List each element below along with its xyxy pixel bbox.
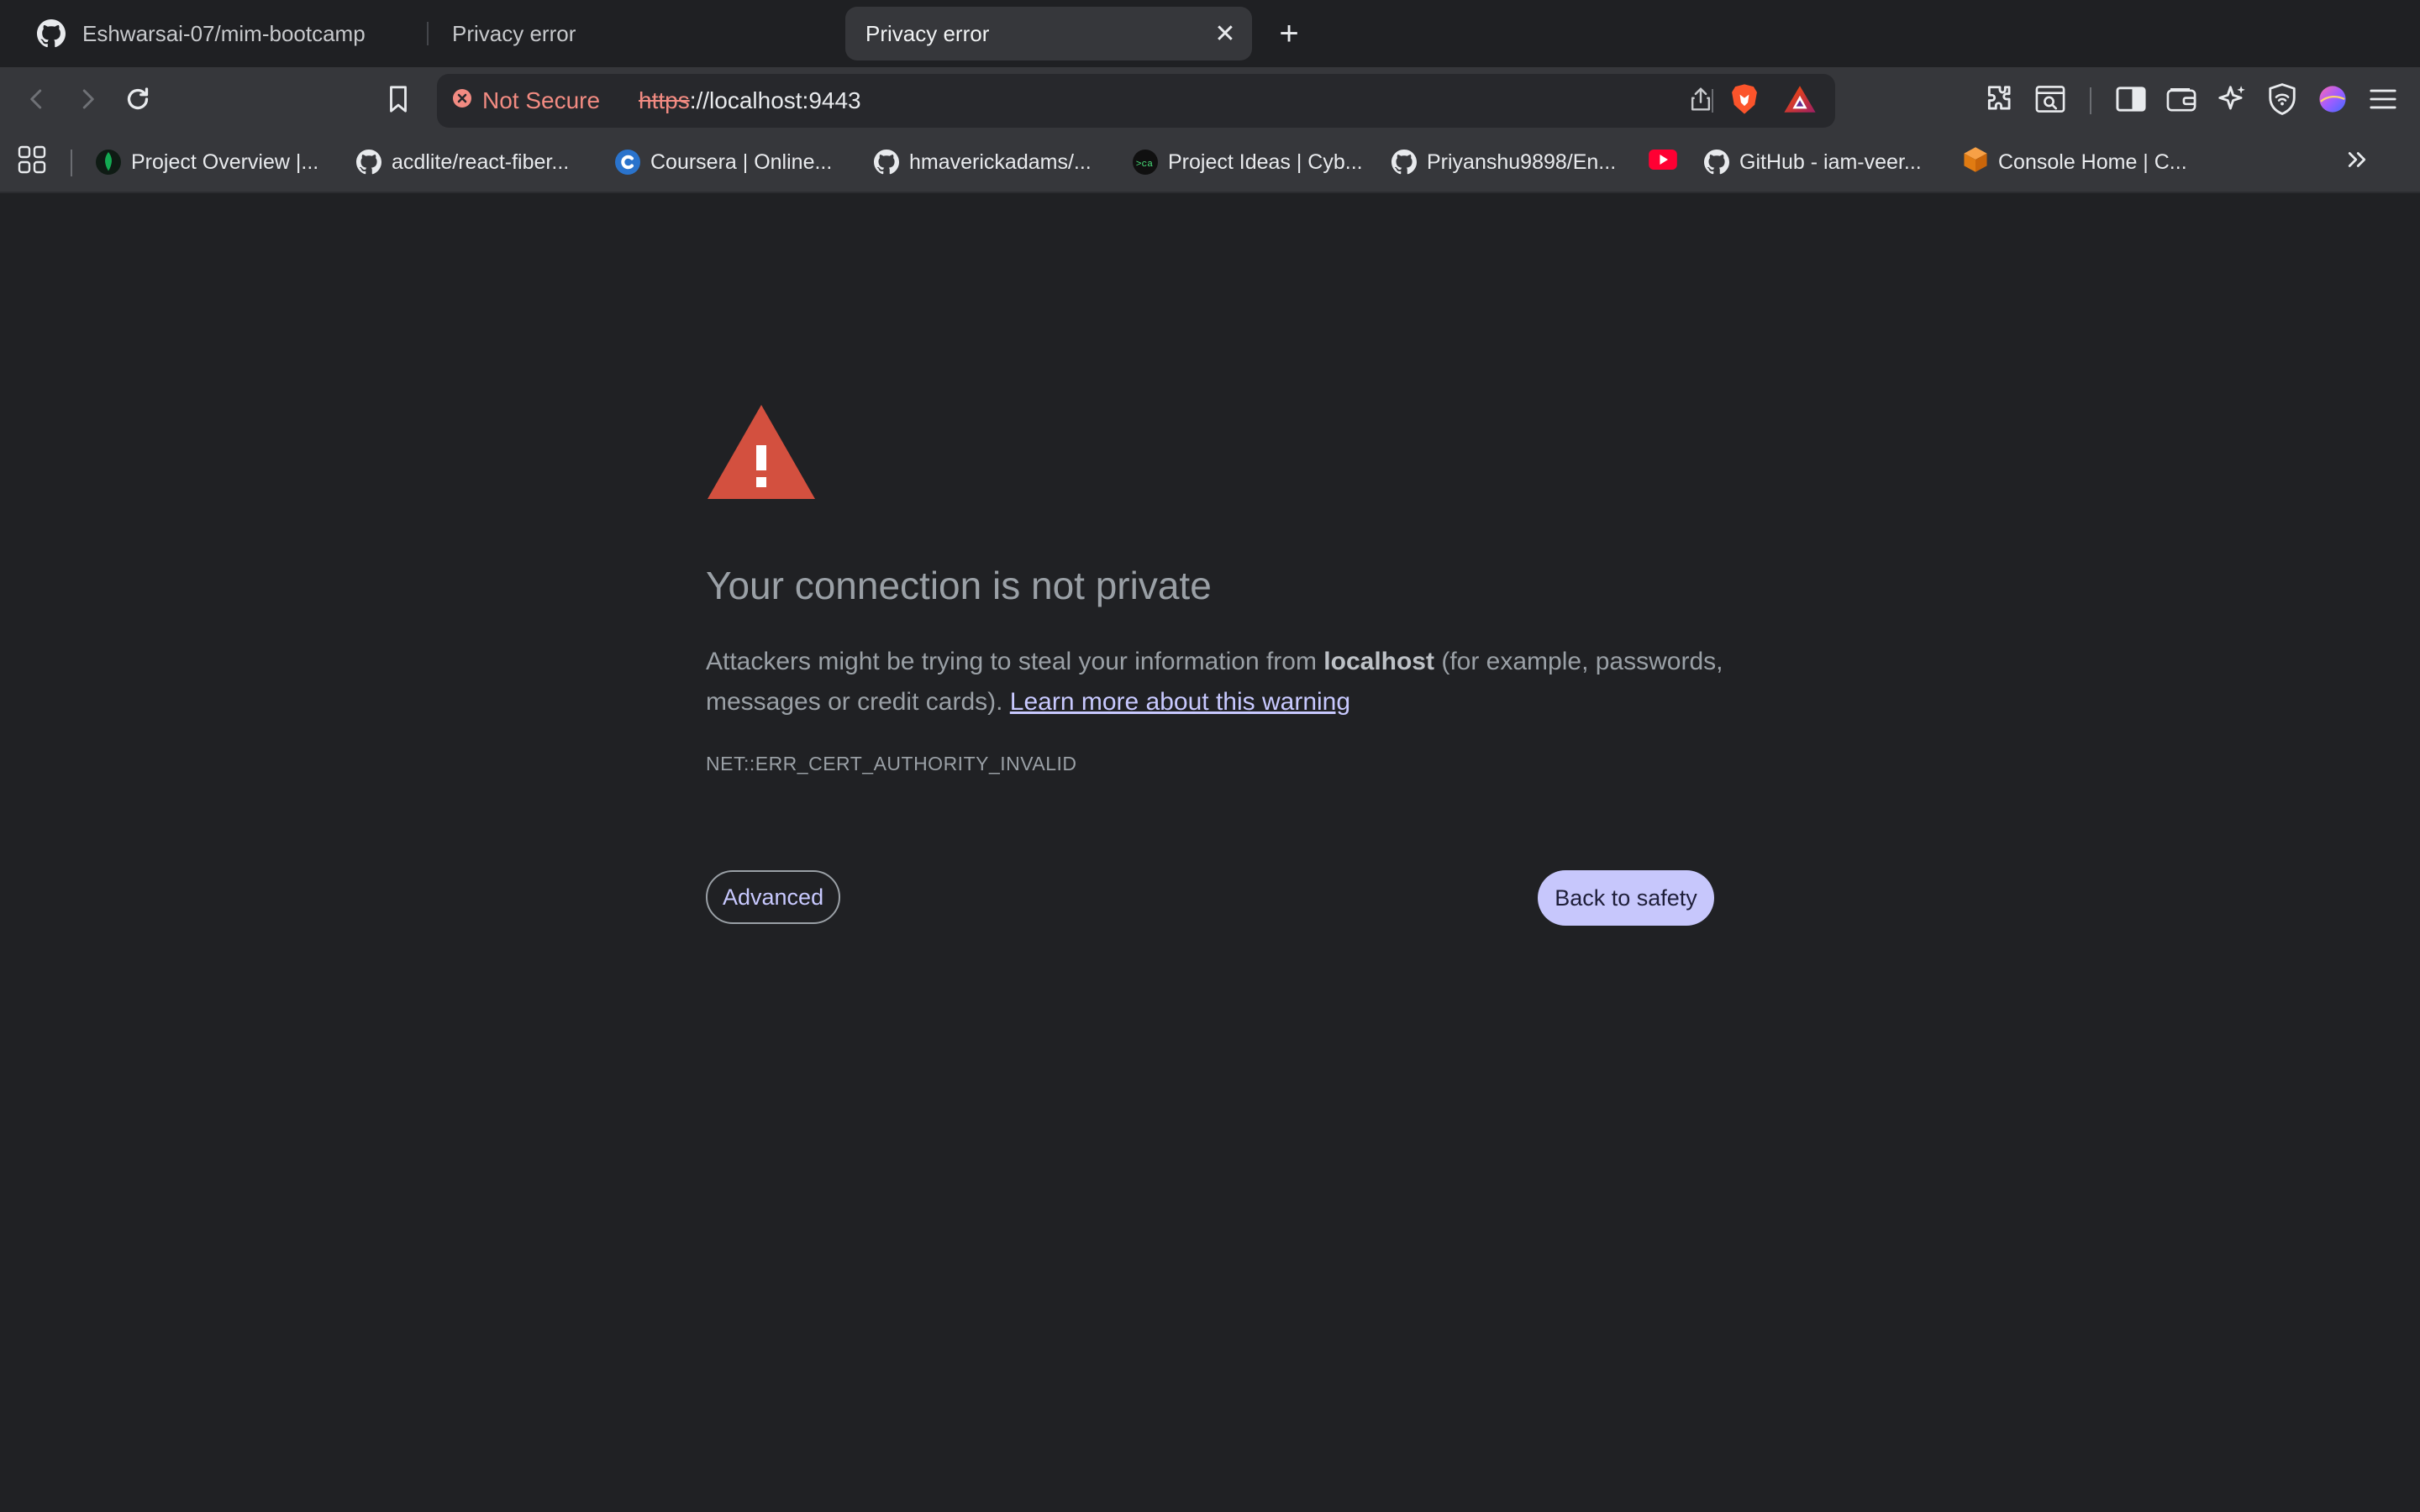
bookmark-label: acdlite/react-fiber... <box>392 150 570 174</box>
new-tab-button[interactable]: + <box>1269 13 1309 54</box>
brave-lion-icon <box>1730 83 1759 119</box>
github-icon <box>356 150 381 175</box>
bookmarks-overflow-button[interactable] <box>2344 143 2370 181</box>
bookmark-label: hmaverickadams/... <box>909 150 1092 174</box>
brave-shields-button[interactable] <box>1724 81 1765 121</box>
wallet-icon <box>2165 85 2197 118</box>
profile-button[interactable] <box>2312 81 2353 121</box>
apps-grid-icon <box>17 144 47 181</box>
tab-privacy-error-active[interactable]: Privacy error ✕ <box>845 7 1252 60</box>
sparkle-icon <box>2216 83 2248 119</box>
omnibox-separator <box>1712 89 1713 113</box>
sidebar-icon <box>2115 85 2147 118</box>
apps-button[interactable] <box>17 143 47 181</box>
back-to-safety-button[interactable]: Back to safety <box>1538 870 1714 926</box>
tab-strip: Eshwarsai-07/mim-bootcamp Privacy error … <box>0 0 2420 67</box>
not-secure-label: Not Secure <box>482 87 601 113</box>
github-icon <box>1704 150 1729 175</box>
mongodb-leaf-icon <box>96 150 121 175</box>
url-text[interactable]: https://localhost:9443 <box>639 74 861 128</box>
cyberacademy-icon: >ca <box>1133 150 1158 175</box>
bookmark-page-button[interactable] <box>378 81 418 121</box>
warning-triangle-icon <box>706 403 817 501</box>
interstitial-page: Your connection is not private Attackers… <box>0 193 2420 1512</box>
svg-text:>ca: >ca <box>1136 160 1154 170</box>
warning-description: Attackers might be trying to steal your … <box>706 642 1731 722</box>
main-menu-button[interactable] <box>2363 81 2403 121</box>
bookmark-label: Project Overview |... <box>131 150 319 174</box>
github-icon <box>37 19 66 48</box>
advanced-button[interactable]: Advanced <box>706 870 841 924</box>
github-icon <box>1392 150 1417 175</box>
error-code: NET::ERR_CERT_AUTHORITY_INVALID <box>706 753 1077 774</box>
brave-rewards-triangle-icon <box>1783 84 1817 118</box>
wallet-button[interactable] <box>2161 81 2202 121</box>
tab-label: Privacy error <box>452 20 576 46</box>
tab-privacy-error[interactable]: Privacy error <box>437 7 832 60</box>
bookmark-item[interactable]: Project Overview |... <box>96 143 318 181</box>
tab-separator <box>427 22 429 45</box>
bookmark-item[interactable]: acdlite/react-fiber... <box>356 143 569 181</box>
bookmark-item[interactable]: Console Home | C... <box>1963 143 2187 181</box>
bookmark-item[interactable]: >ca Project Ideas | Cyb... <box>1133 143 1363 181</box>
bookmark-icon <box>386 85 411 118</box>
url-host: ://localhost:9443 <box>689 87 861 113</box>
back-button[interactable] <box>17 81 57 121</box>
share-button[interactable] <box>1681 81 1721 121</box>
address-bar[interactable]: Not Secure https://localhost:9443 <box>437 74 1835 128</box>
youtube-icon <box>1649 149 1677 176</box>
coursera-icon <box>615 150 640 175</box>
bookmark-item[interactable]: Coursera | Online... <box>615 143 832 181</box>
toolbar-separator <box>2090 87 2091 114</box>
brave-rewards-button[interactable] <box>1780 81 1820 121</box>
bookmark-item[interactable]: GitHub - iam-veer... <box>1704 143 1922 181</box>
window-search-icon <box>2034 84 2066 118</box>
close-tab-icon[interactable]: ✕ <box>1210 18 1240 49</box>
bookmark-item[interactable]: Priyanshu9898/En... <box>1392 143 1616 181</box>
tab-label: Eshwarsai-07/mim-bootcamp <box>82 20 366 46</box>
double-chevron-right-icon <box>2344 148 2370 177</box>
toolbar: Not Secure https://localhost:9443 <box>0 67 2420 134</box>
bookmarks-separator <box>71 150 72 176</box>
bookmark-label: Project Ideas | Cyb... <box>1168 150 1363 174</box>
hamburger-menu-icon <box>2369 87 2397 116</box>
tab-label: Privacy error <box>865 20 990 46</box>
sidebar-toggle-button[interactable] <box>2111 81 2151 121</box>
bookmark-label: GitHub - iam-veer... <box>1739 150 1922 174</box>
page-title: Your connection is not private <box>706 564 1212 607</box>
tab-github-repo[interactable]: Eshwarsai-07/mim-bootcamp <box>25 7 420 60</box>
reload-button[interactable] <box>118 81 158 121</box>
learn-more-link[interactable]: Learn more about this warning <box>1010 688 1350 716</box>
bookmark-label: Coursera | Online... <box>650 150 833 174</box>
github-icon <box>874 150 899 175</box>
puzzle-piece-icon <box>1984 83 2016 119</box>
bookmark-item[interactable] <box>1649 143 1677 181</box>
leo-ai-button[interactable] <box>2212 81 2252 121</box>
description-text: Attackers might be trying to steal your … <box>706 648 1324 675</box>
host-name: localhost <box>1323 648 1434 675</box>
chevron-right-icon <box>75 87 100 116</box>
chevron-left-icon <box>24 87 50 116</box>
forward-button[interactable] <box>67 81 108 121</box>
url-scheme: https <box>639 87 690 113</box>
site-info-button[interactable]: Not Secure <box>452 74 600 128</box>
not-secure-icon <box>452 87 472 114</box>
share-icon <box>1688 86 1713 117</box>
avatar <box>2318 85 2347 118</box>
vpn-button[interactable] <box>2262 81 2302 121</box>
shield-wifi-icon <box>2267 82 2297 119</box>
extensions-button[interactable] <box>1980 81 2020 121</box>
bookmarks-bar: Project Overview |... acdlite/react-fibe… <box>0 134 2420 193</box>
aws-cube-icon <box>1963 146 1988 179</box>
bookmark-label: Priyanshu9898/En... <box>1427 150 1617 174</box>
reload-icon <box>123 84 153 118</box>
bookmark-item[interactable]: hmaverickadams/... <box>874 143 1092 181</box>
screenshot-search-button[interactable] <box>2030 81 2070 121</box>
bookmark-label: Console Home | C... <box>1998 150 2187 174</box>
